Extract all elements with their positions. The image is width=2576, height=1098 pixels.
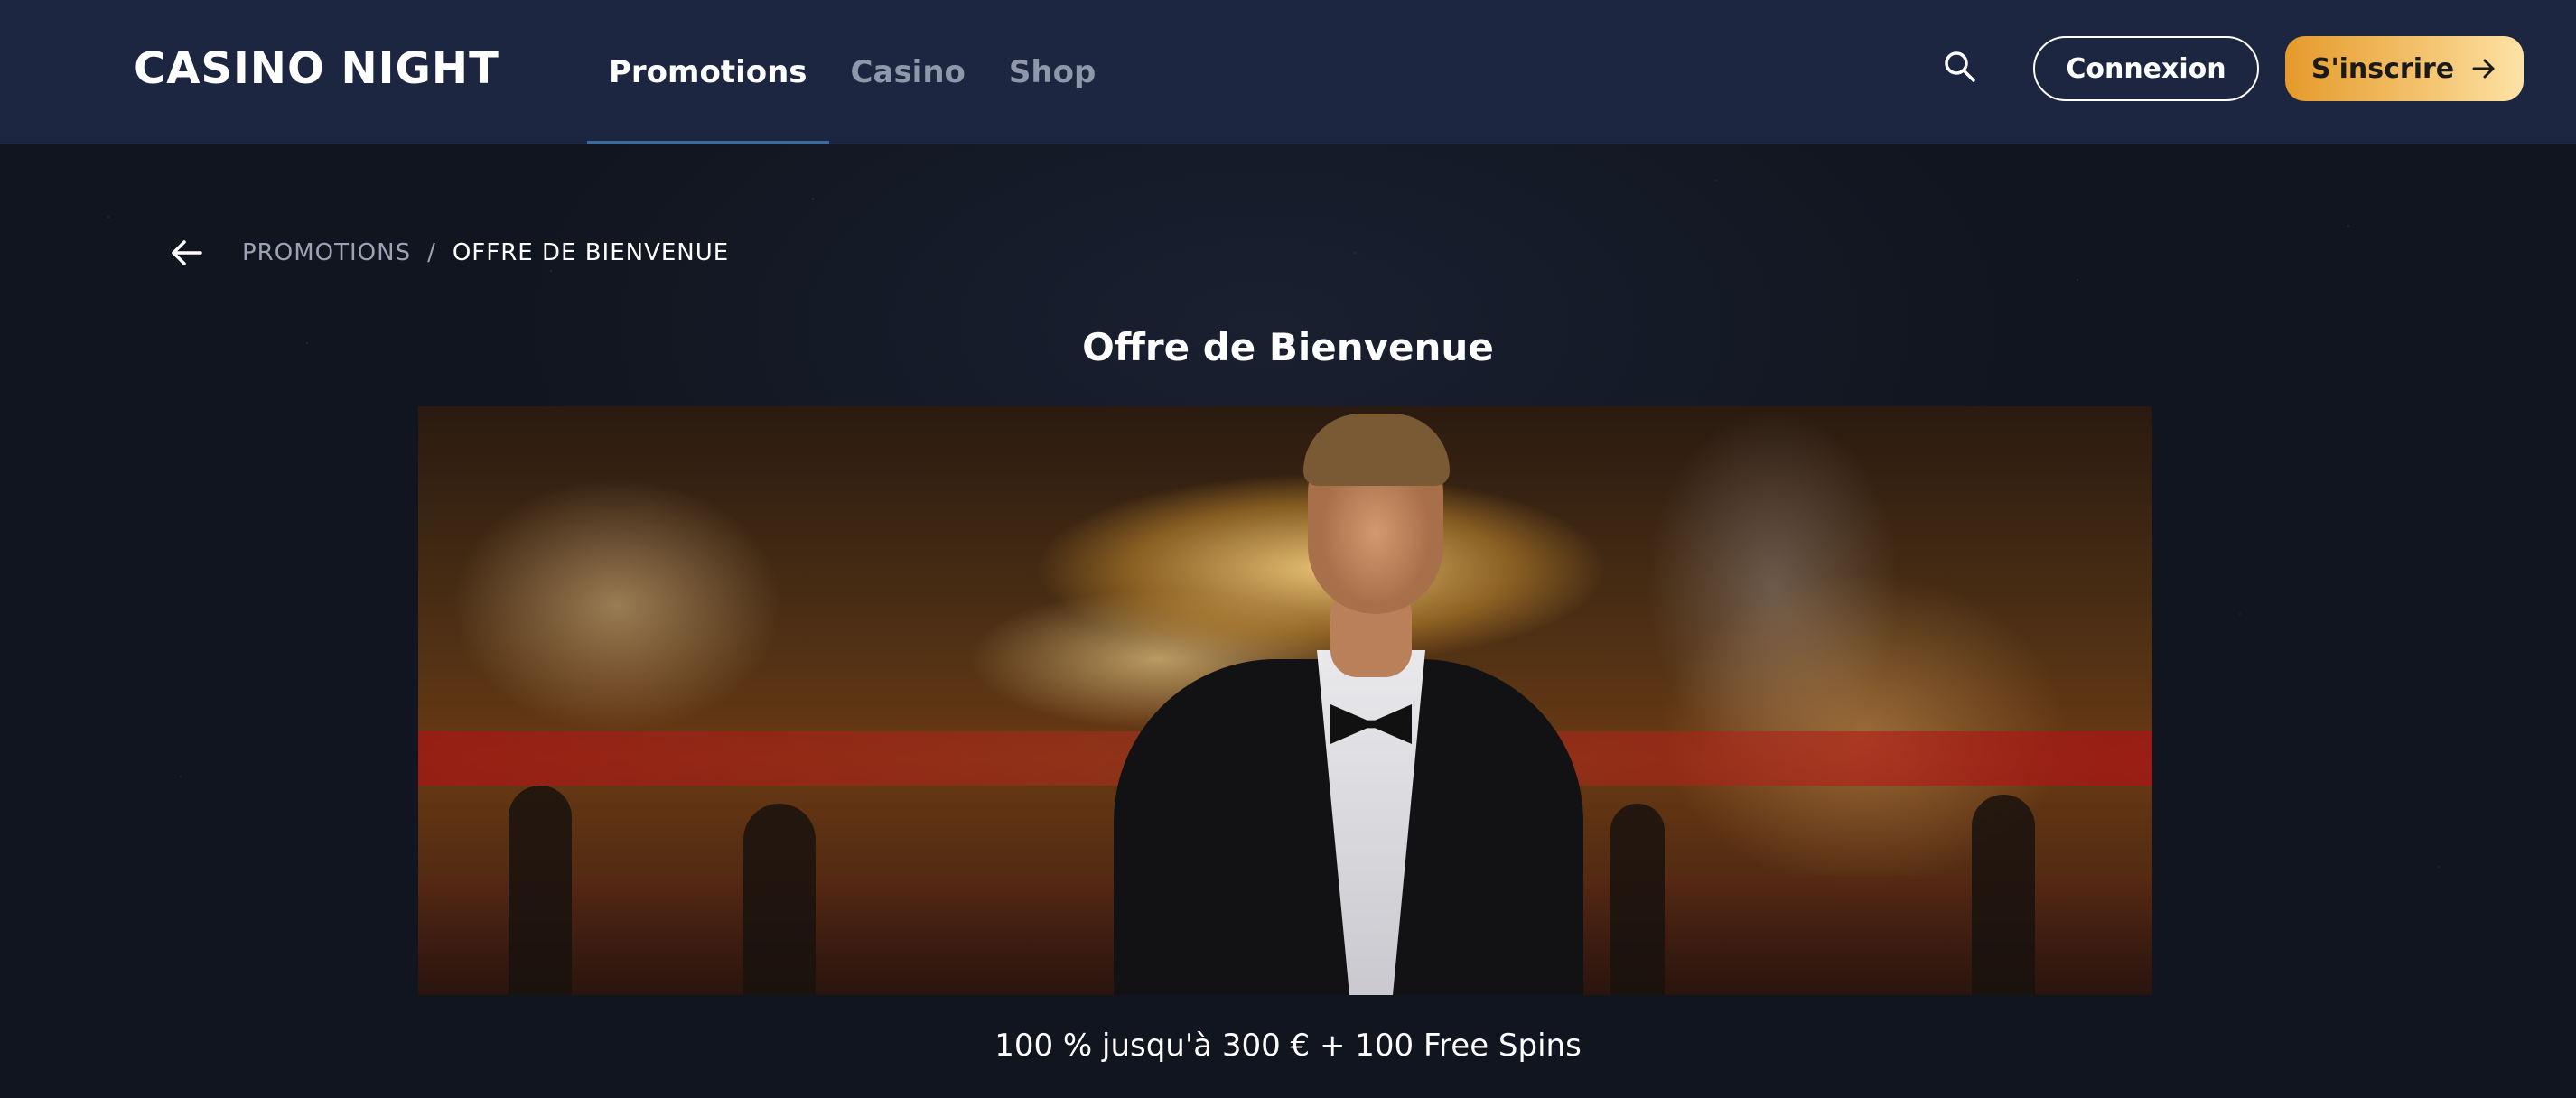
top-header: CASINO NIGHT Promotions Casino Shop Conn… xyxy=(0,0,2576,144)
arrow-left-icon xyxy=(172,240,202,265)
search-button[interactable] xyxy=(1940,47,1980,87)
background-person xyxy=(1610,804,1665,995)
nav-item-shop[interactable]: Shop xyxy=(987,0,1117,144)
signup-label: S'inscrire xyxy=(2310,52,2455,85)
background-person xyxy=(743,804,816,995)
nav-item-promotions[interactable]: Promotions xyxy=(587,0,829,144)
nav-item-casino[interactable]: Casino xyxy=(829,0,987,144)
back-button[interactable] xyxy=(166,233,206,273)
page-title: Offre de Bienvenue xyxy=(1082,325,1494,369)
casino-night-logo[interactable]: CASINO NIGHT xyxy=(134,42,499,96)
breadcrumb-promotions-link[interactable]: PROMOTIONS xyxy=(242,239,411,266)
background-person xyxy=(509,786,572,995)
background-person xyxy=(1972,795,2035,995)
breadcrumb-current: OFFRE DE BIENVENUE xyxy=(452,239,730,266)
search-icon xyxy=(1945,51,1975,82)
main-nav: Promotions Casino Shop xyxy=(587,0,1117,144)
login-button[interactable]: Connexion xyxy=(2033,36,2259,101)
promo-banner-image xyxy=(418,406,2152,995)
breadcrumb-separator: / xyxy=(427,239,436,266)
arrow-right-icon xyxy=(2472,59,2495,79)
offer-description: 100 % jusqu'à 300 € + 100 Free Spins xyxy=(994,1028,1582,1064)
breadcrumb: PROMOTIONS / OFFRE DE BIENVENUE xyxy=(242,237,729,269)
signup-button[interactable]: S'inscrire xyxy=(2285,36,2524,101)
